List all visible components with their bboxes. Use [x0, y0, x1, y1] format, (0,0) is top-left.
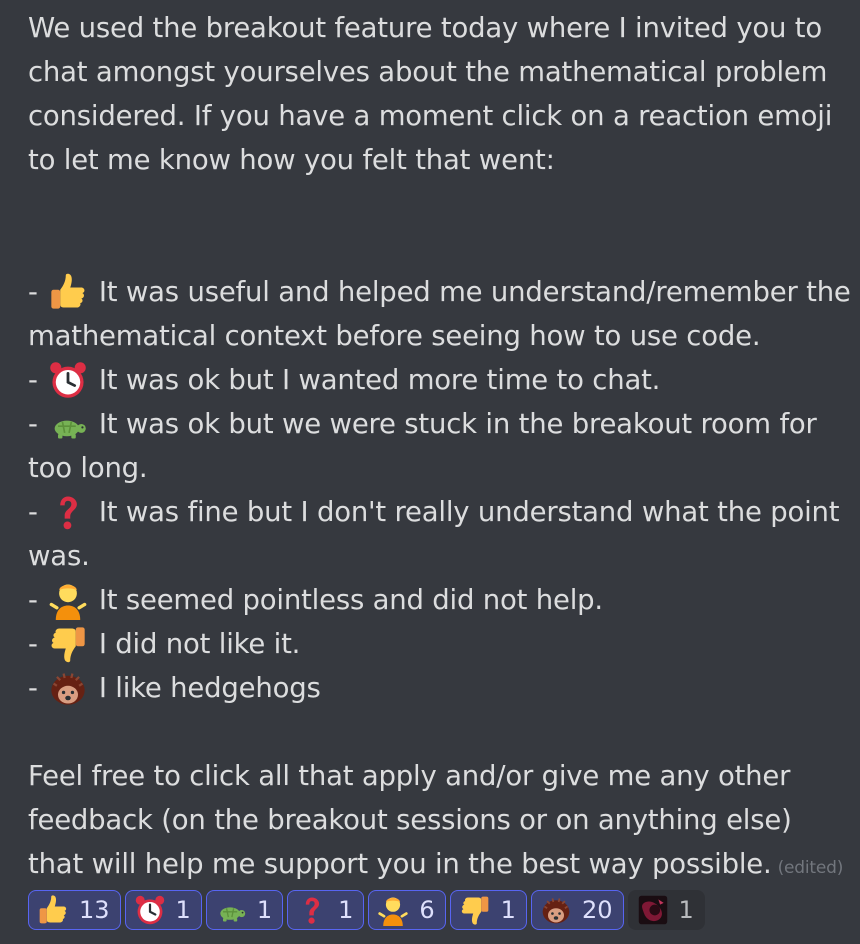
option-text: It seemed pointless and did not help.	[98, 584, 603, 616]
alarm-clock-icon	[46, 358, 90, 402]
reaction-count: 1	[500, 896, 516, 924]
dash: -	[28, 364, 38, 396]
option-text: I did not like it.	[98, 628, 301, 660]
reaction-count: 1	[338, 896, 354, 924]
outro-text: Feel free to click all that apply and/or…	[28, 760, 792, 880]
option-more-time: - It was ok but I wanted more time to ch…	[28, 358, 854, 402]
option-text: I like hedgehogs	[98, 672, 321, 704]
option-too-long: - It was ok but we were stuck in the bre…	[28, 402, 854, 490]
option-useful: - It was useful and helped me understand…	[28, 270, 854, 358]
reaction-count: 1	[678, 896, 694, 924]
dash: -	[28, 628, 38, 660]
reaction-shrug[interactable]: 6	[368, 890, 446, 930]
option-hedgehogs: - I like hedgehogs	[28, 666, 854, 710]
blank-lines	[28, 182, 854, 270]
dash: -	[28, 276, 38, 308]
person-shrugging-icon	[377, 894, 409, 926]
reaction-count: 13	[79, 896, 110, 924]
reaction-thumbs-down[interactable]: 1	[449, 890, 527, 930]
alarm-clock-icon	[134, 894, 166, 926]
option-pointless: - It seemed pointless and did not help.	[28, 578, 854, 622]
custom-emoji-icon	[637, 894, 669, 926]
reaction-turtle[interactable]: 1	[205, 890, 284, 930]
reaction-count: 1	[256, 896, 273, 924]
reaction-question[interactable]: 1	[287, 890, 365, 930]
person-shrugging-icon	[46, 578, 90, 622]
thumbs-up-icon	[46, 270, 90, 314]
dash: -	[28, 496, 38, 528]
reaction-hedgehog[interactable]: 20	[530, 890, 624, 930]
reaction-count: 20	[581, 896, 613, 924]
edited-label: (edited)	[777, 858, 844, 878]
option-dislike: - I did not like it.	[28, 622, 854, 666]
option-no-point: - It was fine but I don't really underst…	[28, 490, 854, 578]
hedgehog-icon	[46, 666, 90, 710]
question-mark-icon	[46, 490, 90, 534]
hedgehog-icon	[540, 894, 572, 926]
dash: -	[28, 408, 38, 440]
option-text: It was ok but I wanted more time to chat…	[98, 364, 661, 396]
reaction-custom-emoji[interactable]: 1	[627, 890, 705, 930]
dash: -	[28, 672, 38, 704]
reaction-bar: 13 1 1 1 6 1 20 1	[28, 890, 705, 930]
option-text: It was ok but we were stuck in the break…	[28, 408, 817, 484]
option-text: It was fine but I don't really understan…	[28, 496, 840, 572]
turtle-icon	[46, 402, 90, 446]
turtle-icon	[215, 894, 247, 926]
message-outro: Feel free to click all that apply and/or…	[28, 754, 854, 890]
thumbs-up-icon	[37, 894, 69, 926]
option-text: It was useful and helped me understand/r…	[28, 276, 851, 352]
message-intro: We used the breakout feature today where…	[28, 12, 833, 176]
dash: -	[28, 584, 38, 616]
reaction-thumbs-up[interactable]: 13	[28, 890, 121, 930]
thumbs-down-icon	[459, 894, 491, 926]
thumbs-down-icon	[46, 622, 90, 666]
reaction-count: 1	[175, 896, 191, 924]
reaction-count: 6	[419, 896, 435, 924]
message-content: We used the breakout feature today where…	[28, 6, 854, 890]
reaction-alarm-clock[interactable]: 1	[124, 890, 202, 930]
question-mark-icon	[296, 894, 328, 926]
